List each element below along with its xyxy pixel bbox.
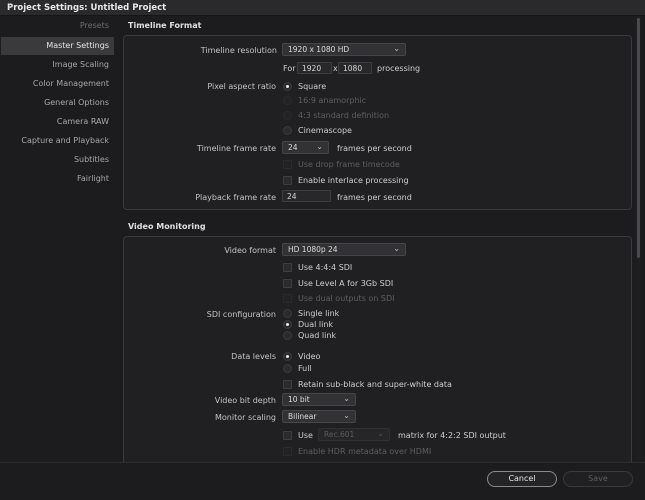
data-levels-video-label: Video bbox=[298, 352, 321, 361]
sidebar-item-camera-raw[interactable]: Camera RAW bbox=[57, 117, 109, 126]
use-444-checkbox[interactable] bbox=[283, 263, 292, 272]
use-label: Use bbox=[298, 431, 313, 440]
bit-depth-value: 10 bit bbox=[288, 395, 310, 404]
monitor-scaling-value: Bilinear bbox=[288, 412, 317, 421]
timeline-resolution-value: 1920 x 1080 HD bbox=[288, 45, 350, 54]
use-444-label: Use 4:4:4 SDI bbox=[298, 263, 353, 272]
sidebar-item-subtitles[interactable]: Subtitles bbox=[74, 155, 109, 164]
sdi-configuration-label: SDI configuration bbox=[206, 310, 276, 319]
par-sd-radio bbox=[283, 111, 292, 120]
monitor-scaling-label: Monitor scaling bbox=[214, 413, 276, 422]
sidebar-item-color-management[interactable]: Color Management bbox=[33, 79, 109, 88]
window-title: Project Settings: Untitled Project bbox=[7, 3, 167, 13]
video-format-dropdown[interactable]: HD 1080p 24 ⌄ bbox=[282, 243, 406, 256]
level-a-label: Use Level A for 3Gb SDI bbox=[298, 279, 394, 288]
matrix-value: Rec.601 bbox=[324, 430, 355, 439]
par-cinemascope-label: Cinemascope bbox=[298, 126, 352, 135]
use-matrix-checkbox[interactable] bbox=[283, 431, 292, 440]
par-anamorphic-label: 16:9 anamorphic bbox=[298, 96, 367, 105]
data-levels-full-label: Full bbox=[298, 364, 312, 373]
level-a-checkbox[interactable] bbox=[283, 279, 292, 288]
dual-outputs-checkbox bbox=[283, 294, 292, 303]
playback-fps-label: frames per second bbox=[337, 193, 412, 202]
chevron-down-icon: ⌄ bbox=[377, 429, 384, 438]
retain-sub-black-label: Retain sub-black and super-white data bbox=[298, 380, 452, 389]
video-monitoring-title: Video Monitoring bbox=[128, 222, 206, 231]
video-format-value: HD 1080p 24 bbox=[288, 245, 338, 254]
data-levels-full-radio[interactable] bbox=[283, 364, 292, 373]
drop-frame-label: Use drop frame timecode bbox=[298, 160, 400, 169]
video-bit-depth-dropdown[interactable]: 10 bit ⌄ bbox=[282, 393, 356, 406]
sidebar-item-general-options[interactable]: General Options bbox=[44, 98, 109, 107]
par-sd-label: 4:3 standard definition bbox=[298, 111, 390, 120]
retain-sub-black-checkbox[interactable] bbox=[283, 380, 292, 389]
monitor-scaling-dropdown[interactable]: Bilinear ⌄ bbox=[282, 410, 356, 423]
processing-label: processing bbox=[377, 64, 421, 73]
data-levels-video-radio[interactable] bbox=[283, 352, 292, 361]
par-anamorphic-radio bbox=[283, 96, 292, 105]
chevron-down-icon: ⌄ bbox=[343, 394, 350, 403]
timeline-resolution-label: Timeline resolution bbox=[200, 46, 277, 55]
dual-outputs-label: Use dual outputs on SDI bbox=[298, 294, 395, 303]
chevron-down-icon: ⌄ bbox=[393, 244, 400, 253]
video-bit-depth-label: Video bit depth bbox=[214, 396, 276, 405]
timeline-frame-rate-dropdown[interactable]: 24 ⌄ bbox=[282, 141, 329, 154]
hdr-metadata-label: Enable HDR metadata over HDMI bbox=[298, 447, 432, 456]
chevron-down-icon: ⌄ bbox=[343, 411, 350, 420]
save-button[interactable]: Save bbox=[563, 471, 633, 487]
par-cinemascope-radio[interactable] bbox=[283, 126, 292, 135]
fps-label: frames per second bbox=[337, 144, 412, 153]
sdi-dual-link-label: Dual link bbox=[298, 320, 334, 329]
cancel-button[interactable]: Cancel bbox=[487, 471, 557, 487]
pixel-aspect-ratio-label: Pixel aspect ratio bbox=[207, 82, 276, 91]
video-format-label: Video format bbox=[224, 246, 276, 255]
matrix-dropdown: Rec.601 ⌄ bbox=[318, 428, 390, 441]
playback-frame-rate-label: Playback frame rate bbox=[195, 193, 276, 202]
frame-rate-value: 24 bbox=[288, 143, 298, 152]
matrix-label: matrix for 4:2:2 SDI output bbox=[398, 431, 506, 440]
sidebar-item-master-settings[interactable]: Master Settings bbox=[1, 37, 114, 55]
for-label: For bbox=[283, 64, 296, 73]
sidebar-item-presets[interactable]: Presets bbox=[80, 21, 109, 30]
chevron-down-icon: ⌄ bbox=[316, 142, 323, 151]
sidebar-item-fairlight[interactable]: Fairlight bbox=[77, 174, 109, 183]
chevron-down-icon: ⌄ bbox=[393, 44, 400, 53]
interlace-label: Enable interlace processing bbox=[298, 176, 409, 185]
height-input[interactable]: 1080 bbox=[338, 62, 372, 74]
timeline-resolution-dropdown[interactable]: 1920 x 1080 HD ⌄ bbox=[282, 43, 406, 56]
sdi-dual-link-radio[interactable] bbox=[283, 320, 292, 329]
timeline-format-title: Timeline Format bbox=[128, 21, 202, 30]
dialog-footer: Cancel Save bbox=[0, 462, 645, 500]
par-square-label: Square bbox=[298, 82, 327, 91]
sidebar-item-capture-playback[interactable]: Capture and Playback bbox=[21, 136, 109, 145]
settings-sidebar: Presets Master Settings Image Scaling Co… bbox=[0, 16, 117, 200]
sdi-single-link-radio[interactable] bbox=[283, 309, 292, 318]
sdi-quad-link-radio[interactable] bbox=[283, 331, 292, 340]
drop-frame-checkbox bbox=[283, 160, 292, 169]
width-input[interactable]: 1920 bbox=[297, 62, 332, 74]
playback-frame-rate-input[interactable]: 24 bbox=[282, 190, 331, 202]
data-levels-label: Data levels bbox=[231, 352, 276, 361]
timeline-frame-rate-label: Timeline frame rate bbox=[196, 144, 276, 153]
title-bar: Project Settings: Untitled Project bbox=[0, 0, 645, 16]
scrollbar-thumb[interactable] bbox=[637, 18, 640, 258]
par-square-radio[interactable] bbox=[283, 82, 292, 91]
hdr-metadata-checkbox bbox=[283, 447, 292, 456]
sdi-quad-link-label: Quad link bbox=[298, 331, 337, 340]
sdi-single-link-label: Single link bbox=[298, 309, 340, 318]
interlace-checkbox[interactable] bbox=[283, 176, 292, 185]
sidebar-item-image-scaling[interactable]: Image Scaling bbox=[52, 60, 109, 69]
